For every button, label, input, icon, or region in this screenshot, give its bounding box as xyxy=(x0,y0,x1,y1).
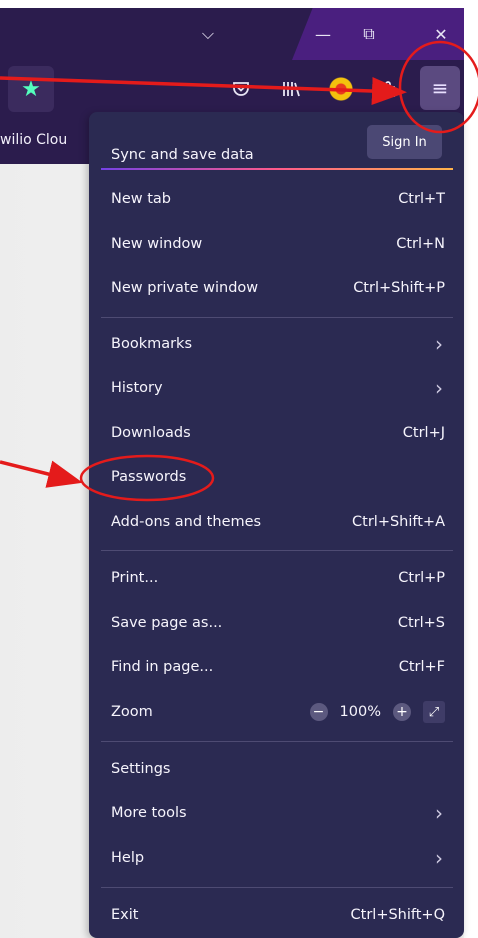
menu-item-shortcut: Ctrl+Shift+P xyxy=(353,280,445,296)
menu-item-new-window[interactable]: New window Ctrl+N xyxy=(111,227,445,261)
menu-item-settings[interactable]: Settings xyxy=(111,752,445,786)
pocket-icon[interactable] xyxy=(226,74,256,104)
menu-item-shortcut: Ctrl+Shift+A xyxy=(352,514,445,530)
menu-item-label: Save page as... xyxy=(111,615,223,631)
menu-item-passwords[interactable]: Passwords xyxy=(111,460,445,494)
menu-item-label: Help xyxy=(111,850,145,866)
restore-button[interactable]: ⧉ xyxy=(346,8,392,60)
star-icon[interactable]: ★ xyxy=(8,66,54,112)
menu-item-label: Bookmarks xyxy=(111,336,193,352)
menu-item-shortcut: Ctrl+N xyxy=(396,236,445,252)
menu-item-shortcut: Ctrl+T xyxy=(398,191,445,207)
bookmark-item[interactable]: wilio Clou xyxy=(0,132,67,148)
zoom-level[interactable]: 100% xyxy=(340,704,381,720)
menu-item-label: Print... xyxy=(111,570,159,586)
list-all-tabs-chevron-icon[interactable]: ⌵ xyxy=(185,8,231,60)
chevron-right-icon: › xyxy=(435,846,443,870)
menu-item-label: Add-ons and themes xyxy=(111,514,262,530)
menu-item-label: History xyxy=(111,380,163,396)
zoom-in-button[interactable]: + xyxy=(393,703,411,721)
menu-item-label: Passwords xyxy=(111,469,187,485)
menu-item-shortcut: Ctrl+S xyxy=(397,615,445,631)
hamburger-menu-icon[interactable]: ≡ xyxy=(420,66,460,110)
menu-item-label: Downloads xyxy=(111,425,191,441)
menu-item-print[interactable]: Print... Ctrl+P xyxy=(111,561,445,595)
navigation-toolbar: ★ ≡ xyxy=(0,60,464,118)
menu-item-shortcut: Ctrl+J xyxy=(402,425,445,441)
menu-item-shortcut: Ctrl+F xyxy=(398,659,445,675)
title-bar: ⌵ — ⧉ ✕ xyxy=(0,8,464,60)
fullscreen-icon[interactable]: ⤢ xyxy=(423,701,445,723)
menu-item-label: New private window xyxy=(111,280,259,296)
menu-item-zoom: Zoom − 100% + ⤢ xyxy=(111,695,445,729)
close-button[interactable]: ✕ xyxy=(418,8,464,60)
zoom-controls: − 100% + ⤢ xyxy=(309,701,445,723)
menu-item-add-ons-and-themes[interactable]: Add-ons and themes Ctrl+Shift+A xyxy=(111,505,445,539)
menu-item-label: Exit xyxy=(111,907,139,923)
sign-in-button[interactable]: Sign In xyxy=(367,125,442,159)
menu-item-label: New window xyxy=(111,236,203,252)
library-icon[interactable] xyxy=(276,74,306,104)
menu-divider xyxy=(101,317,453,318)
menu-item-label: More tools xyxy=(111,805,187,821)
menu-divider xyxy=(101,741,453,742)
chevron-right-icon: › xyxy=(435,332,443,356)
zoom-label: Zoom xyxy=(111,704,153,720)
menu-item-label: Find in page... xyxy=(111,659,214,675)
sync-title: Sync and save data xyxy=(111,147,254,163)
menu-item-shortcut: Ctrl+P xyxy=(398,570,445,586)
minimize-button[interactable]: — xyxy=(300,8,346,60)
screen-edge xyxy=(464,0,478,938)
zoom-out-button[interactable]: − xyxy=(309,703,328,721)
sync-gradient-divider xyxy=(101,168,453,170)
menu-item-label: Settings xyxy=(111,761,171,777)
menu-item-save-page-as[interactable]: Save page as... Ctrl+S xyxy=(111,606,445,640)
extension-icon[interactable] xyxy=(326,74,356,104)
menu-divider xyxy=(101,550,453,551)
menu-item-more-tools[interactable]: More tools › xyxy=(111,796,445,830)
menu-item-bookmarks[interactable]: Bookmarks › xyxy=(111,327,445,361)
menu-item-new-private-window[interactable]: New private window Ctrl+Shift+P xyxy=(111,271,445,305)
menu-item-new-tab[interactable]: New tab Ctrl+T xyxy=(111,182,445,216)
puzzle-icon[interactable] xyxy=(373,74,403,104)
menu-item-find-in-page[interactable]: Find in page... Ctrl+F xyxy=(111,650,445,684)
app-menu-panel: Sync and save data Sign In New tab Ctrl+… xyxy=(89,112,464,938)
menu-item-shortcut: Ctrl+Shift+Q xyxy=(350,907,445,923)
menu-item-label: New tab xyxy=(111,191,172,207)
menu-item-help[interactable]: Help › xyxy=(111,841,445,875)
menu-item-history[interactable]: History › xyxy=(111,371,445,405)
menu-divider xyxy=(101,887,453,888)
chevron-right-icon: › xyxy=(435,801,443,825)
menu-item-downloads[interactable]: Downloads Ctrl+J xyxy=(111,416,445,450)
chevron-right-icon: › xyxy=(435,376,443,400)
menu-item-exit[interactable]: Exit Ctrl+Shift+Q xyxy=(111,898,445,932)
